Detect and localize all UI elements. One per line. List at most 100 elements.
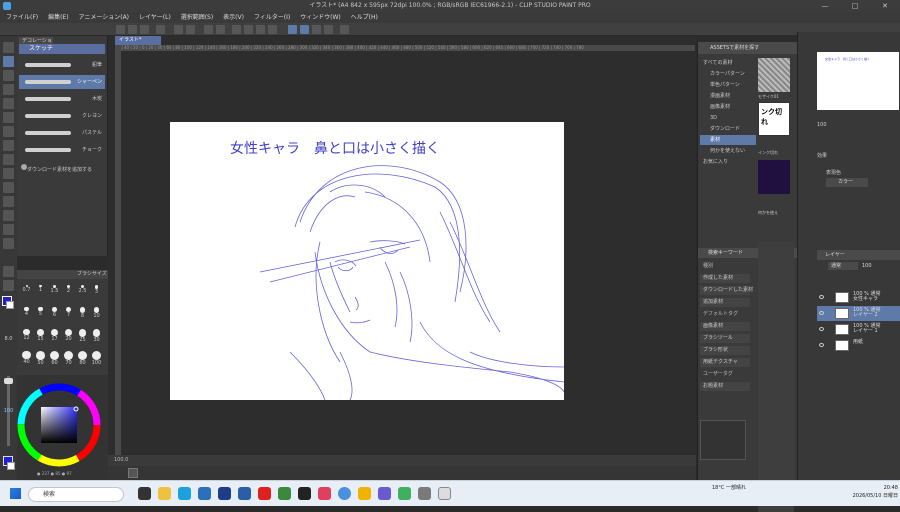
text-tool-icon[interactable] (3, 210, 14, 221)
hand-tool-icon[interactable] (3, 266, 14, 277)
brush-item[interactable]: シャーペン (19, 75, 105, 89)
brush-size-option[interactable]: 15 (34, 328, 47, 348)
navigator-thumbnail[interactable]: 女性キャラ 鼻と口は小さく描く (817, 52, 899, 110)
menu-window[interactable]: ウィンドウ(W) (300, 12, 341, 23)
pen-tool-icon[interactable] (3, 56, 14, 67)
material-tree-item[interactable]: 素材 (700, 135, 756, 145)
airbrush-tool-icon[interactable] (3, 98, 14, 109)
brush-size-option[interactable]: 30 (90, 328, 103, 348)
download-material-button[interactable]: ダウンロード素材を追加する (19, 164, 105, 176)
brush-size-option[interactable]: 70 (62, 350, 75, 370)
taskbar-search[interactable]: 検索 (28, 487, 124, 502)
menu-selection[interactable]: 選択範囲(S) (181, 12, 214, 23)
material-thumb-space[interactable] (758, 160, 790, 194)
menu-file[interactable]: ファイル(F) (6, 12, 38, 23)
snap-perspective-icon[interactable] (312, 25, 321, 34)
layer-row[interactable]: 100 % 通常 レイヤー 2 (817, 306, 900, 321)
fill-icon[interactable] (216, 25, 225, 34)
weather-widget[interactable]: 18°C 一部晴れ (712, 484, 762, 492)
menu-layer[interactable]: レイヤー(L) (139, 12, 171, 23)
panel-toggle-icon[interactable] (340, 25, 349, 34)
open-file-icon[interactable] (128, 25, 137, 34)
menu-animation[interactable]: アニメーション(A) (78, 12, 129, 23)
brush-size-option[interactable]: 80 (76, 350, 89, 370)
eye-icon[interactable] (819, 295, 824, 299)
brush-size-option[interactable]: 3 (90, 284, 103, 304)
material-header[interactable]: ASSETSで素材を探す (698, 42, 798, 54)
keyword-tag[interactable]: 追加素材 (700, 298, 750, 307)
color-wheel[interactable] (17, 375, 108, 480)
layer-row[interactable]: 100 % 通常 レイヤー 1 (817, 322, 900, 337)
keyword-tag[interactable]: 作成した素材 (700, 274, 750, 283)
zoom-readout[interactable]: 100.0 (114, 457, 128, 463)
explorer-icon[interactable] (158, 487, 171, 500)
brush-size-option[interactable]: 1 (34, 284, 47, 304)
brush-size-option[interactable]: 17 (48, 328, 61, 348)
outlook-icon[interactable] (218, 487, 231, 500)
brush-size-option[interactable]: 6 (48, 306, 61, 326)
brush-size-option[interactable]: 10 (90, 306, 103, 326)
minimize-button[interactable]: — (810, 0, 840, 12)
keyword-tag[interactable]: ダウンロードした素材 (700, 286, 753, 295)
gradient-tool-icon[interactable] (3, 168, 14, 179)
correct-line-tool-icon[interactable] (3, 238, 14, 249)
clock[interactable]: 20:48 2026/05/10 日曜日 (836, 484, 898, 500)
eye-icon[interactable] (819, 311, 824, 315)
sub-color-swatch[interactable] (6, 301, 14, 309)
clip-studio-icon[interactable] (156, 25, 165, 34)
app-icon-13[interactable] (378, 487, 391, 500)
opacity-slider-handle[interactable] (4, 378, 13, 384)
settings-icon[interactable] (324, 25, 333, 34)
menu-view[interactable]: 表示(V) (223, 12, 244, 23)
edge-icon[interactable] (178, 487, 191, 500)
material-tree-item[interactable]: 単色パターン (700, 80, 756, 90)
subtool-group-header[interactable]: スケッチ (19, 44, 105, 54)
brush-size-option[interactable]: 7 (62, 306, 75, 326)
brush-size-option[interactable]: 0.7 (20, 284, 33, 304)
material-tree-item[interactable]: 画像素材 (700, 102, 756, 112)
app-icon-6[interactable] (238, 487, 251, 500)
brush-item[interactable]: 鉛筆 (19, 58, 105, 72)
clip-studio-taskbar-icon[interactable] (438, 487, 451, 500)
undo-icon[interactable] (174, 25, 183, 34)
brush-size-option[interactable]: 1.5 (48, 284, 61, 304)
maximize-button[interactable]: □ (840, 0, 870, 12)
brush-size-option[interactable]: 60 (48, 350, 61, 370)
layer-row[interactable]: 用紙 (817, 338, 900, 353)
figure-tool-icon[interactable] (3, 182, 14, 193)
zoom-tool-icon[interactable] (3, 42, 14, 53)
eye-icon[interactable] (819, 327, 824, 331)
keyword-tag[interactable]: ブラシツール (700, 334, 750, 343)
material-tree-item[interactable]: すべての素材 (700, 58, 756, 68)
transform-icon[interactable] (268, 25, 277, 34)
close-button[interactable]: ✕ (870, 0, 900, 12)
brush-size-option[interactable]: 2.5 (76, 284, 89, 304)
snap-grid-icon[interactable] (300, 25, 309, 34)
balloon-tool-icon[interactable] (3, 224, 14, 235)
brush-size-option[interactable]: 4 (20, 306, 33, 326)
brush-size-option[interactable]: 8 (76, 306, 89, 326)
brush-item[interactable]: クレヨン (19, 109, 105, 123)
store-icon[interactable] (198, 487, 211, 500)
deselect-icon[interactable] (232, 25, 241, 34)
fill-tool-icon[interactable] (3, 154, 14, 165)
brush-size-option[interactable]: 5 (34, 306, 47, 326)
app-icon-9[interactable] (298, 487, 311, 500)
color-swatch-sub[interactable] (7, 462, 15, 470)
start-icon[interactable] (10, 488, 21, 499)
expression-select[interactable]: カラー (826, 178, 868, 187)
material-thumb-ink[interactable]: ンク切れ (758, 102, 790, 136)
canvas-tab[interactable]: イラスト* (115, 36, 161, 45)
blend-tool-icon[interactable] (3, 126, 14, 137)
layer-opacity[interactable]: 100 (862, 262, 892, 270)
brush-size-tab[interactable]: ブラシサイズ (17, 270, 108, 279)
menu-help[interactable]: ヘルプ(H) (351, 12, 378, 23)
chrome-icon[interactable] (338, 487, 351, 500)
youtube-icon[interactable] (258, 487, 271, 500)
canvas-paper[interactable]: 女性キャラ 鼻と口は小さく描く (170, 122, 564, 400)
menu-edit[interactable]: 編集(E) (48, 12, 68, 23)
keyword-tag[interactable]: ブラシ形状 (700, 346, 750, 355)
task-view-icon[interactable] (138, 487, 151, 500)
navigator-zoom[interactable]: 100 (817, 122, 827, 128)
brush-item[interactable]: チョーク (19, 143, 105, 157)
